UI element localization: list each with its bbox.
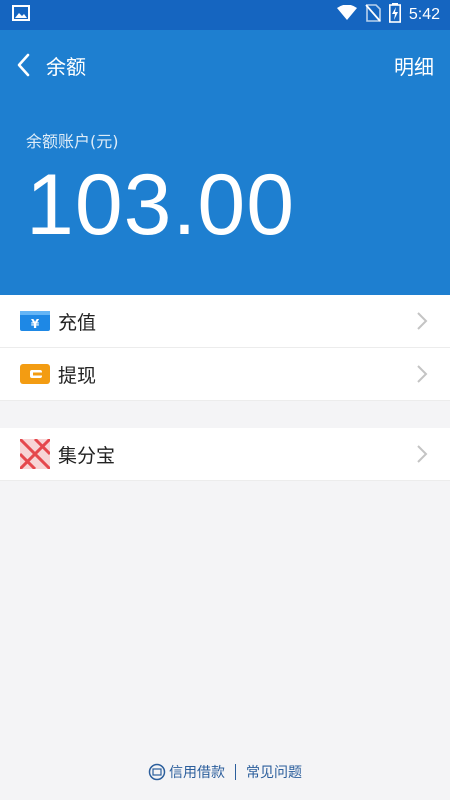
menu-item-label: 提现 (58, 364, 97, 387)
balance-header: 余额 明细 余额账户(元) 103.00 (0, 30, 450, 295)
recharge-yen-icon: ¥ (20, 306, 50, 336)
svg-text:¥: ¥ (31, 317, 40, 331)
chevron-right-icon (417, 445, 428, 463)
status-bar: 5:42 (0, 0, 450, 30)
jifenbao-icon (20, 439, 50, 469)
menu-group-1: ¥ 充值 提现 (0, 295, 450, 401)
faq-link[interactable]: 常见问题 (246, 762, 302, 782)
credit-loan-label: 信用借款 (169, 765, 225, 781)
detail-button[interactable]: 明细 (394, 51, 434, 80)
menu-item-recharge[interactable]: ¥ 充值 (0, 295, 450, 348)
menu-item-label: 集分宝 (58, 444, 116, 467)
chevron-left-icon (17, 53, 30, 77)
nav-bar: 余额 明细 (0, 30, 450, 100)
status-time: 5:42 (408, 6, 440, 23)
credit-loan-icon (148, 763, 166, 781)
menu-item-jifenbao[interactable]: 集分宝 (0, 428, 450, 481)
menu-group-2: 集分宝 (0, 428, 450, 481)
wallet-icon (20, 359, 50, 389)
footer-divider (235, 764, 236, 780)
menu-item-label: 充值 (58, 311, 97, 334)
image-icon (12, 4, 30, 26)
back-button[interactable] (16, 53, 32, 77)
chevron-right-icon (417, 312, 428, 330)
balance-label: 余额账户(元) (26, 132, 119, 151)
wifi-icon (336, 4, 357, 25)
no-sim-icon (365, 4, 381, 26)
footer-links: 信用借款 常见问题 (0, 760, 450, 784)
balance-amount: 103.00 (26, 157, 296, 253)
battery-charging-icon (388, 3, 401, 27)
credit-loan-link[interactable]: 信用借款 (148, 762, 225, 782)
chevron-right-icon (417, 365, 428, 383)
menu-item-withdraw[interactable]: 提现 (0, 348, 450, 401)
page-title: 余额 (46, 54, 86, 79)
